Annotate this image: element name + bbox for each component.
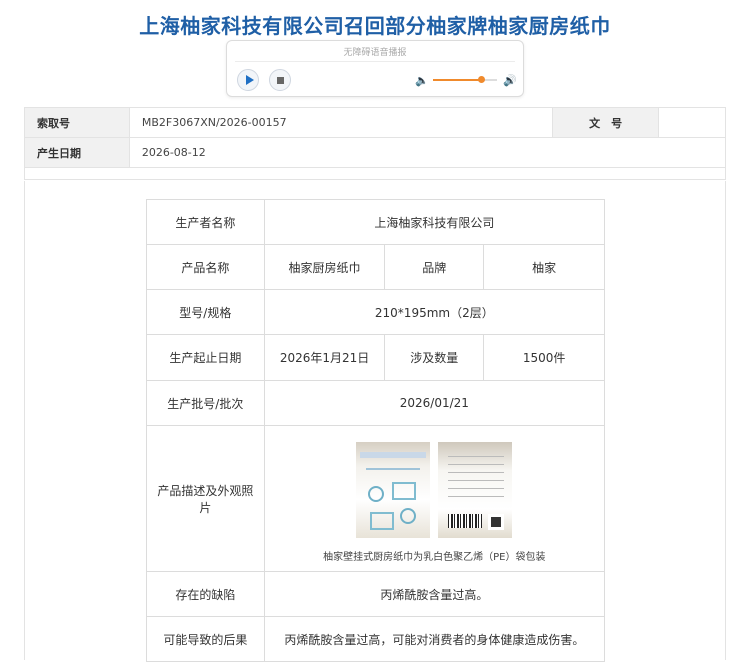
defect-value: 丙烯酰胺含量过高。: [263, 571, 606, 617]
page-title: 上海柚家科技有限公司召回部分柚家牌柚家厨房纸巾: [139, 14, 611, 38]
index-no-label: 索取号: [24, 107, 130, 138]
volume-low-icon: 🔈: [415, 74, 429, 87]
volume-knob[interactable]: [478, 76, 485, 83]
doc-no-value: [658, 107, 726, 138]
divider: [235, 61, 515, 62]
period-label: 生产起止日期: [146, 334, 265, 381]
batch-value: 2026/01/21: [263, 380, 606, 426]
doc-no-label: 文 号: [552, 107, 660, 138]
batch-label: 生产批号/批次: [146, 380, 265, 426]
volume-fill: [433, 79, 481, 81]
photo-cell: 柚家壁挂式厨房纸巾为乳白色聚乙烯（PE）袋包装: [263, 425, 606, 572]
consequence-label: 可能导致的后果: [146, 616, 265, 662]
volume-high-icon: 🔊: [503, 74, 517, 87]
period-value: 2026年1月21日: [263, 334, 386, 381]
meta-table: 索取号 MB2F3067XN/2026-00157 文 号 产生日期 2026-…: [24, 107, 727, 180]
brand-label: 品牌: [384, 244, 485, 290]
product-label: 产品名称: [146, 244, 265, 290]
date-label: 产生日期: [24, 137, 130, 168]
producer-value: 上海柚家科技有限公司: [263, 199, 606, 245]
recall-detail-table: 生产者名称 上海柚家科技有限公司 产品名称 柚家厨房纸巾 品牌 柚家 型号/规格…: [146, 199, 606, 662]
audio-player: 无障碍语音播报 🔈 🔊: [226, 40, 524, 97]
volume-slider[interactable]: [433, 76, 497, 83]
brand-value: 柚家: [483, 244, 605, 290]
model-value: 210*195mm（2层）: [263, 289, 606, 335]
product-photos: [271, 442, 598, 538]
date-value: 2026-08-12: [128, 137, 727, 168]
barcode: [448, 514, 483, 528]
player-label: 无障碍语音播报: [343, 48, 407, 58]
product-photo-back[interactable]: [438, 442, 513, 538]
product-photo-front[interactable]: [356, 442, 431, 538]
qty-value: 1500件: [483, 334, 605, 381]
qr-code: [488, 514, 505, 530]
model-label: 型号/规格: [146, 289, 265, 335]
stop-button[interactable]: [269, 69, 291, 91]
photo-caption: 柚家壁挂式厨房纸巾为乳白色聚乙烯（PE）袋包装: [323, 552, 546, 563]
producer-label: 生产者名称: [146, 199, 265, 245]
product-value: 柚家厨房纸巾: [263, 244, 386, 290]
index-no-value: MB2F3067XN/2026-00157: [128, 107, 554, 138]
play-button[interactable]: [237, 69, 259, 91]
consequence-value: 丙烯酰胺含量过高，可能对消费者的身体健康造成伤害。: [263, 616, 606, 662]
photo-label: 产品描述及外观照片: [146, 425, 265, 572]
qty-label: 涉及数量: [384, 334, 485, 381]
defect-label: 存在的缺陷: [146, 571, 265, 617]
meta-spacer: [24, 167, 726, 180]
